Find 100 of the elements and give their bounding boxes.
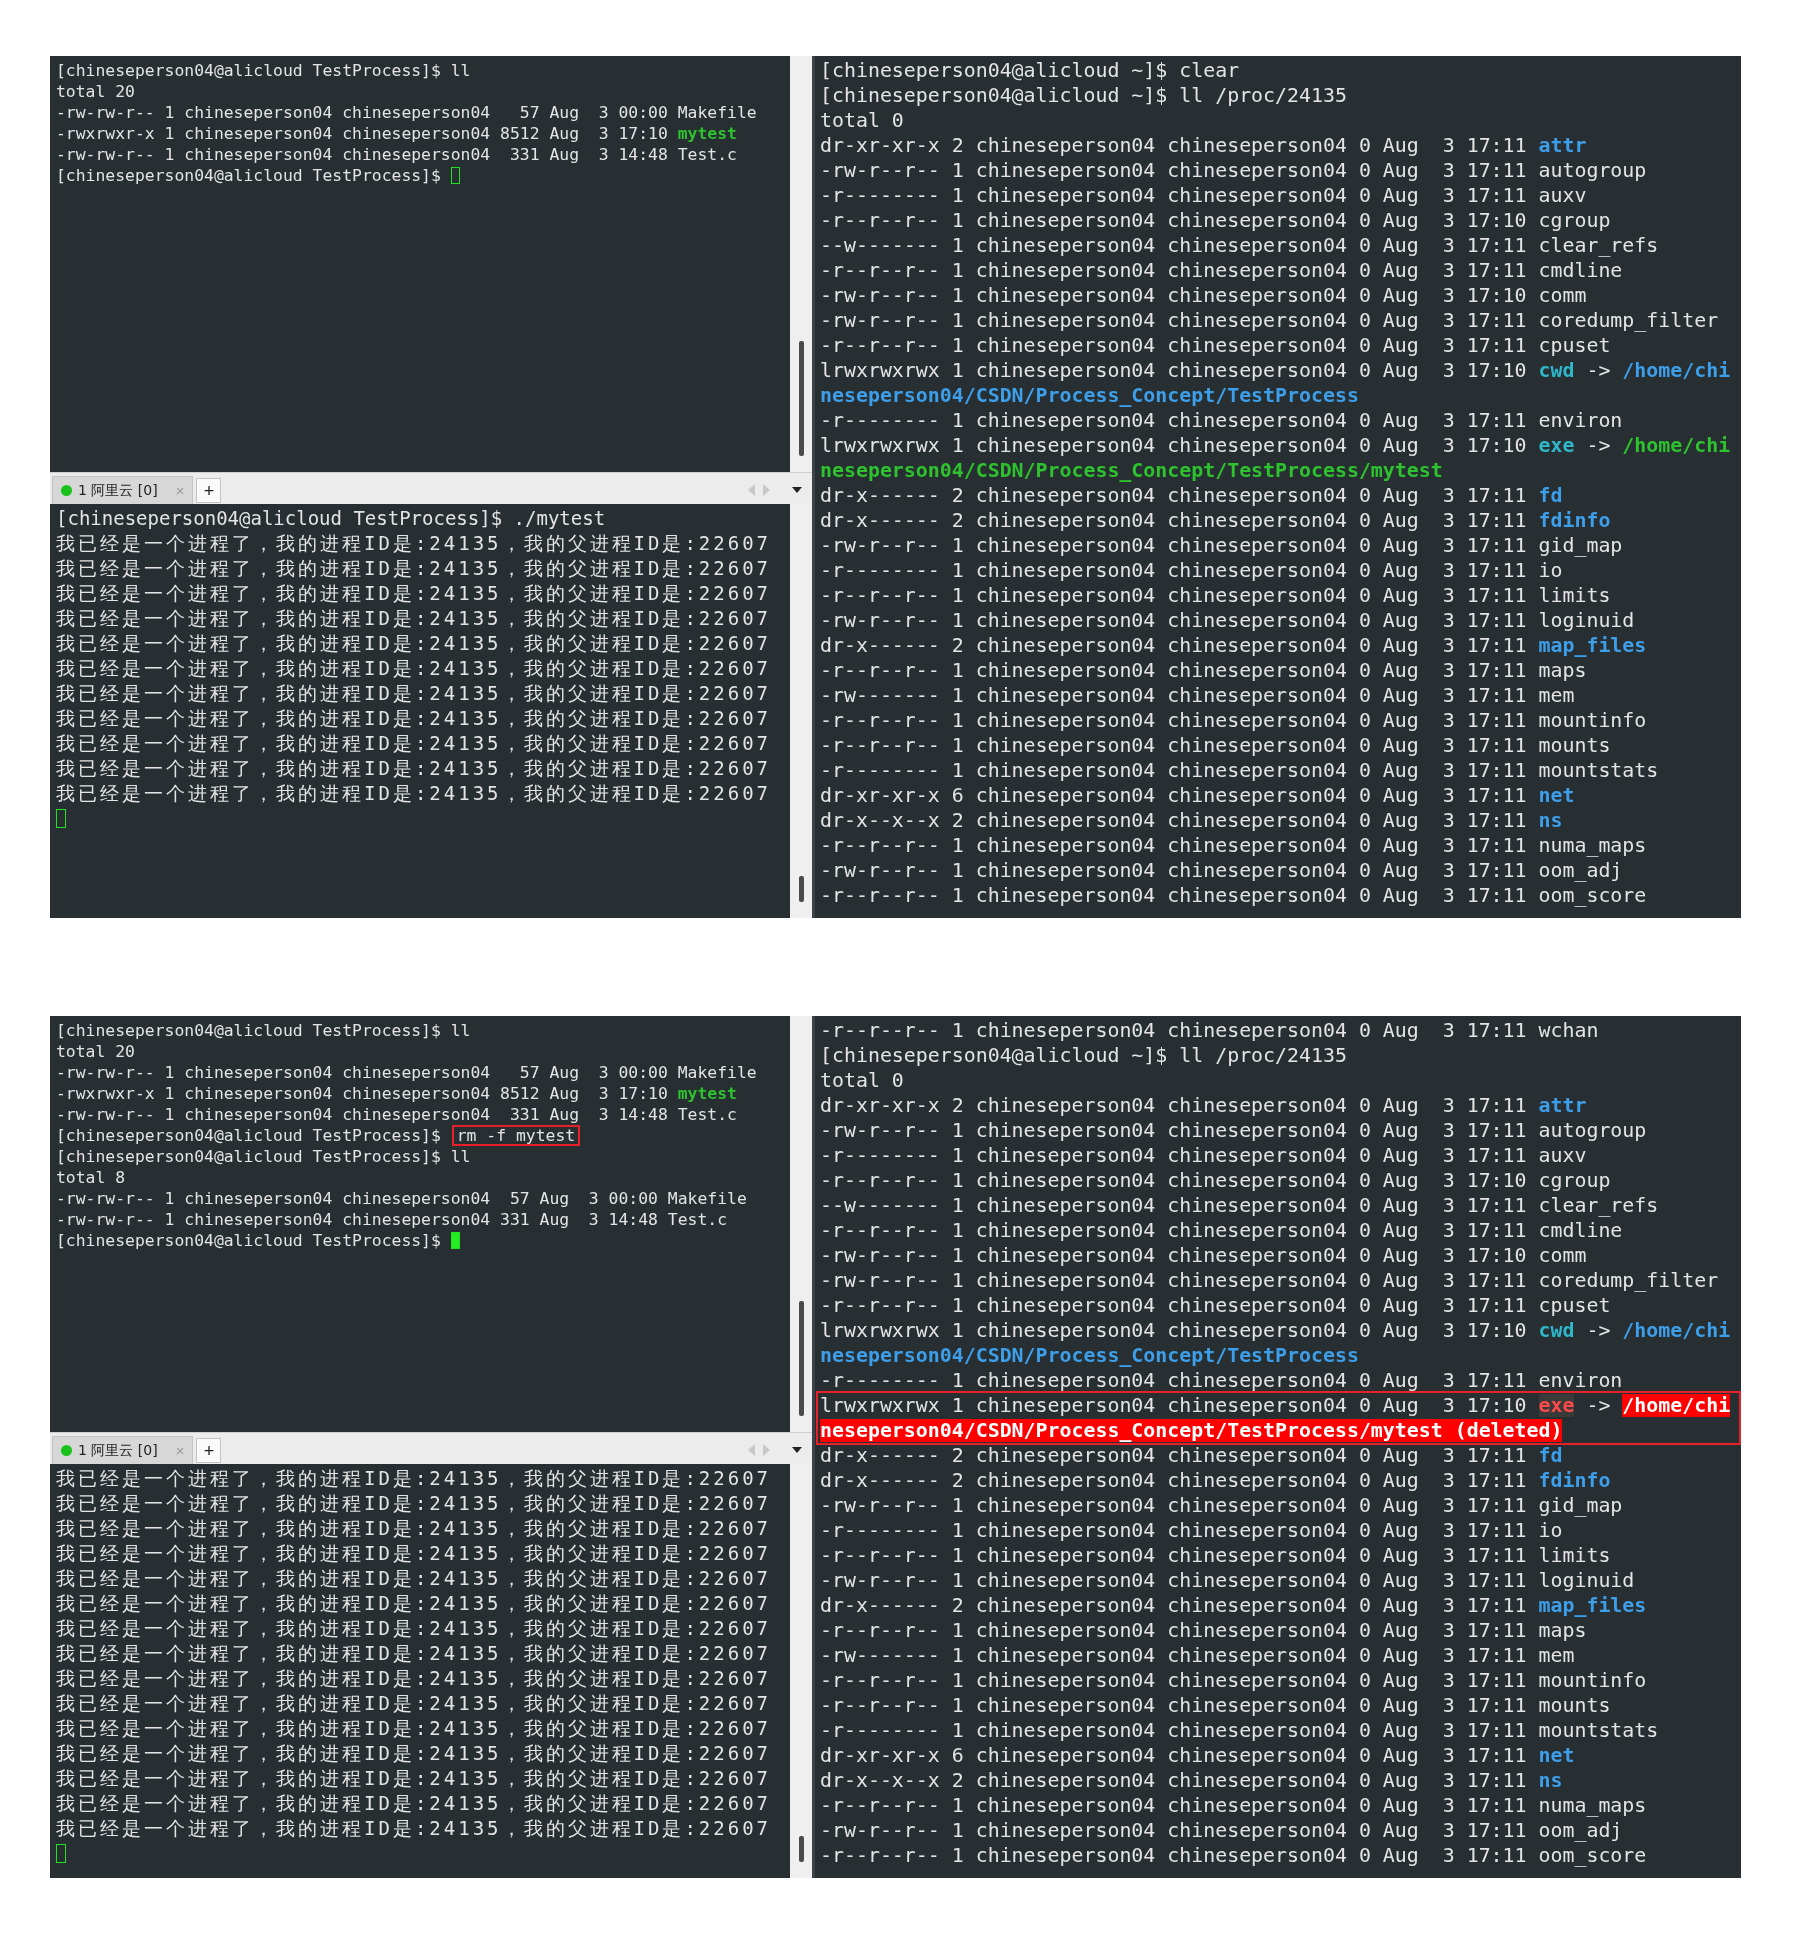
- new-tab-button[interactable]: +: [196, 1438, 222, 1463]
- terminal-line: -rw-r--r-- 1 chineseperson04 chineseperson04 0 Aug 3 17:10 comm: [820, 283, 1588, 308]
- terminal-line: -rw-r--r-- 1 chineseperson04 chineseperson04 0 Aug 3 17:11 oom_adj: [820, 858, 1624, 883]
- scrollbar[interactable]: [790, 504, 812, 918]
- terminal-line: [chineseperson04@alicloud TestProcess]$ ./mytest: [56, 506, 607, 531]
- terminal-line: -r--r--r-- 1 chineseperson04 chineseperson04 0 Aug 3 17:11 mounts: [820, 1693, 1612, 1718]
- terminal-line: 我已经是一个进程了，我的进程ID是:24135，我的父进程ID是:22607: [56, 606, 773, 631]
- terminal-line: -rw-r--r-- 1 chineseperson04 chineseperson04 0 Aug 3 17:11 gid_map: [820, 1493, 1624, 1518]
- terminal-line: 我已经是一个进程了，我的进程ID是:24135，我的父进程ID是:22607: [56, 706, 773, 731]
- terminal-line: total 20: [56, 81, 136, 102]
- terminal-line: dr-xr-xr-x 2 chineseperson04 chineseperson04 0 Aug 3 17:11 attr: [820, 133, 1588, 158]
- terminal-line: 我已经是一个进程了，我的进程ID是:24135，我的父进程ID是:22607: [56, 1466, 773, 1491]
- terminal-line: [chineseperson04@alicloud ~]$ clear: [820, 58, 1241, 83]
- terminal-line: --w------- 1 chineseperson04 chineseperson04 0 Aug 3 17:11 clear_refs: [820, 1193, 1660, 1218]
- terminal-line: -rw-r--r-- 1 chineseperson04 chineseperson04 0 Aug 3 17:11 oom_adj: [820, 1818, 1624, 1843]
- scrollbar-thumb[interactable]: [798, 341, 804, 456]
- terminal-line: total 20: [56, 1041, 136, 1062]
- terminal-line: dr-xr-xr-x 6 chineseperson04 chineseperson04 0 Aug 3 17:11 net: [820, 1743, 1576, 1768]
- left-arrow-icon: [748, 484, 755, 496]
- terminal-line: -rwxrwxr-x 1 chineseperson04 chineseperson04 8512 Aug 3 17:10 mytest: [56, 123, 738, 144]
- terminal-line: -rw-r--r-- 1 chineseperson04 chineseperson04 0 Aug 3 17:11 loginuid: [820, 1568, 1636, 1593]
- new-tab-button[interactable]: +: [196, 478, 222, 503]
- terminal-line: -rw-r--r-- 1 chineseperson04 chineseperson04 0 Aug 3 17:11 coredump_filter: [820, 1268, 1720, 1293]
- terminal-line: lrwxrwxrwx 1 chineseperson04 chineseperson04 0 Aug 3 17:10 cwd -> /home/chi: [820, 358, 1732, 383]
- terminal-line: 我已经是一个进程了，我的进程ID是:24135，我的父进程ID是:22607: [56, 1541, 773, 1566]
- caret-icon: [792, 487, 802, 493]
- terminal-line: -rw-r--r-- 1 chineseperson04 chineseperson04 0 Aug 3 17:11 autogroup: [820, 1118, 1648, 1143]
- terminal-line: -r--r--r-- 1 chineseperson04 chineseperson04 0 Aug 3 17:11 limits: [820, 583, 1612, 608]
- terminal-line: -r-------- 1 chineseperson04 chineseperson04 0 Aug 3 17:11 auxv: [820, 1143, 1588, 1168]
- terminal-line: --w------- 1 chineseperson04 chineseperson04 0 Aug 3 17:11 clear_refs: [820, 233, 1660, 258]
- terminal-line: -r--r--r-- 1 chineseperson04 chineseperson04 0 Aug 3 17:10 cgroup: [820, 208, 1612, 233]
- scrollbar-thumb[interactable]: [798, 876, 804, 902]
- terminal-line: 我已经是一个进程了，我的进程ID是:24135，我的父进程ID是:22607: [56, 556, 773, 581]
- terminal-line: -r--r--r-- 1 chineseperson04 chineseperson04 0 Aug 3 17:11 cpuset: [820, 1293, 1612, 1318]
- terminal-line: 我已经是一个进程了，我的进程ID是:24135，我的父进程ID是:22607: [56, 731, 773, 756]
- terminal-line: -r-------- 1 chineseperson04 chineseperson04 0 Aug 3 17:11 io: [820, 1518, 1564, 1543]
- scrollbar[interactable]: [790, 1016, 812, 1432]
- terminal-line: -rw-rw-r-- 1 chineseperson04 chineseperson04 331 Aug 3 14:48 Test.c: [56, 1209, 729, 1230]
- scrollbar-thumb[interactable]: [798, 1836, 804, 1862]
- terminal-line: -rw-r--r-- 1 chineseperson04 chineseperson04 0 Aug 3 17:10 comm: [820, 1243, 1588, 1268]
- terminal-line: 我已经是一个进程了，我的进程ID是:24135，我的父进程ID是:22607: [56, 531, 773, 556]
- terminal-line: -rw-rw-r-- 1 chineseperson04 chineseperson04 57 Aug 3 00:00 Makefile: [56, 1062, 758, 1083]
- terminal-line: -r--r--r-- 1 chineseperson04 chineseperson04 0 Aug 3 17:11 limits: [820, 1543, 1612, 1568]
- terminal-line: -r--r--r-- 1 chineseperson04 chineseperson04 0 Aug 3 17:11 numa_maps: [820, 1793, 1648, 1818]
- terminal-line: dr-x--x--x 2 chineseperson04 chineseperson04 0 Aug 3 17:11 ns: [820, 1768, 1564, 1793]
- terminal-line: 我已经是一个进程了，我的进程ID是:24135，我的父进程ID是:22607: [56, 1666, 773, 1691]
- terminal-line: dr-x------ 2 chineseperson04 chineseperson04 0 Aug 3 17:11 fdinfo: [820, 1468, 1612, 1493]
- terminal-line: -rw-r--r-- 1 chineseperson04 chineseperson04 0 Aug 3 17:11 autogroup: [820, 158, 1648, 183]
- terminal-line: -rwxrwxr-x 1 chineseperson04 chineseperson04 8512 Aug 3 17:10 mytest: [56, 1083, 738, 1104]
- terminal-line: neseperson04/CSDN/Process_Concept/TestProcess/mytest: [820, 458, 1444, 483]
- terminal-line: -r--r--r-- 1 chineseperson04 chineseperson04 0 Aug 3 17:11 mountinfo: [820, 1668, 1648, 1693]
- right-arrow-icon: [763, 1444, 770, 1456]
- terminal-line: -r--r--r-- 1 chineseperson04 chineseperson04 0 Aug 3 17:11 cpuset: [820, 333, 1612, 358]
- terminal-line: dr-xr-xr-x 6 chineseperson04 chineseperson04 0 Aug 3 17:11 net: [820, 783, 1576, 808]
- terminal-line: total 8: [56, 1167, 127, 1188]
- terminal-line: -r--r--r-- 1 chineseperson04 chineseperson04 0 Aug 3 17:11 mounts: [820, 733, 1612, 758]
- terminal-line: -rw-r--r-- 1 chineseperson04 chineseperson04 0 Aug 3 17:11 coredump_filter: [820, 308, 1720, 333]
- tab-label: 1 阿里云 [0]: [78, 1441, 158, 1460]
- terminal-line: dr-x------ 2 chineseperson04 chineseperson04 0 Aug 3 17:11 map_files: [820, 633, 1648, 658]
- terminal-line: -r-------- 1 chineseperson04 chineseperson04 0 Aug 3 17:11 mountstats: [820, 758, 1660, 783]
- terminal-line: 我已经是一个进程了，我的进程ID是:24135，我的父进程ID是:22607: [56, 1616, 773, 1641]
- terminal-line: -r--r--r-- 1 chineseperson04 chineseperson04 0 Aug 3 17:11 wchan: [820, 1018, 1600, 1043]
- terminal-line: -r--r--r-- 1 chineseperson04 chineseperson04 0 Aug 3 17:11 maps: [820, 658, 1588, 683]
- terminal-line: dr-x------ 2 chineseperson04 chineseperson04 0 Aug 3 17:11 map_files: [820, 1593, 1648, 1618]
- scrollbar-thumb[interactable]: [798, 1301, 804, 1416]
- scrollbar[interactable]: [790, 56, 812, 472]
- terminal-line: lrwxrwxrwx 1 chineseperson04 chineseperson04 0 Aug 3 17:10 cwd -> /home/chi: [820, 1318, 1732, 1343]
- terminal-line: 我已经是一个进程了，我的进程ID是:24135，我的父进程ID是:22607: [56, 656, 773, 681]
- terminal-line: dr-x------ 2 chineseperson04 chineseperson04 0 Aug 3 17:11 fd: [820, 483, 1564, 508]
- terminal-line: -r-------- 1 chineseperson04 chineseperson04 0 Aug 3 17:11 io: [820, 558, 1564, 583]
- terminal-line: -rw-rw-r-- 1 chineseperson04 chineseperson04 57 Aug 3 00:00 Makefile: [56, 1188, 748, 1209]
- terminal-line: 我已经是一个进程了，我的进程ID是:24135，我的父进程ID是:22607: [56, 1566, 773, 1591]
- terminal-line: 我已经是一个进程了，我的进程ID是:24135，我的父进程ID是:22607: [56, 681, 773, 706]
- terminal-line: -r-------- 1 chineseperson04 chineseperson04 0 Aug 3 17:11 environ: [820, 1368, 1624, 1393]
- terminal-line: -r-------- 1 chineseperson04 chineseperson04 0 Aug 3 17:11 mountstats: [820, 1718, 1660, 1743]
- terminal-line: -rw------- 1 chineseperson04 chineseperson04 0 Aug 3 17:11 mem: [820, 683, 1576, 708]
- terminal-line: [chineseperson04@alicloud TestProcess]$ ll: [56, 1020, 472, 1041]
- terminal-line: lrwxrwxrwx 1 chineseperson04 chineseperson04 0 Aug 3 17:10 exe -> /home/chi: [820, 433, 1732, 458]
- right-arrow-icon: [763, 484, 770, 496]
- terminal-line: 我已经是一个进程了，我的进程ID是:24135，我的父进程ID是:22607: [56, 1791, 773, 1816]
- terminal-line: -rw------- 1 chineseperson04 chineseperson04 0 Aug 3 17:11 mem: [820, 1643, 1576, 1668]
- terminal-line: -rw-r--r-- 1 chineseperson04 chineseperson04 0 Aug 3 17:11 gid_map: [820, 533, 1624, 558]
- session-tab[interactable]: 1 阿里云 [0] ×: [52, 476, 194, 504]
- terminal-text: [chineseperson04@alicloud TestProcess]$: [56, 165, 442, 186]
- terminal-line: 我已经是一个进程了，我的进程ID是:24135，我的父进程ID是:22607: [56, 581, 773, 606]
- terminal-line: 我已经是一个进程了，我的进程ID是:24135，我的父进程ID是:22607: [56, 1491, 773, 1516]
- terminal-line: -r--r--r-- 1 chineseperson04 chineseperson04 0 Aug 3 17:11 maps: [820, 1618, 1588, 1643]
- terminal-line: -r--r--r-- 1 chineseperson04 chineseperson04 0 Aug 3 17:11 mountinfo: [820, 708, 1648, 733]
- terminal-line: 我已经是一个进程了，我的进程ID是:24135，我的父进程ID是:22607: [56, 756, 773, 781]
- terminal-line: -r--r--r-- 1 chineseperson04 chineseperson04 0 Aug 3 17:11 oom_score: [820, 1843, 1648, 1868]
- tab-label: 1 阿里云 [0]: [78, 481, 158, 500]
- session-tab[interactable]: 1 阿里云 [0] ×: [52, 1436, 194, 1464]
- terminal-line: 我已经是一个进程了，我的进程ID是:24135，我的父进程ID是:22607: [56, 1591, 773, 1616]
- terminal-text: [chineseperson04@alicloud TestProcess]$: [56, 1230, 442, 1251]
- terminal-line: dr-x------ 2 chineseperson04 chineseperson04 0 Aug 3 17:11 fd: [820, 1443, 1564, 1468]
- terminal-line: 我已经是一个进程了，我的进程ID是:24135，我的父进程ID是:22607: [56, 1691, 773, 1716]
- scrollbar[interactable]: [790, 1464, 812, 1878]
- terminal-line: -r--r--r-- 1 chineseperson04 chineseperson04 0 Aug 3 17:11 numa_maps: [820, 833, 1648, 858]
- terminal-line: -rw-rw-r-- 1 chineseperson04 chineseperson04 57 Aug 3 00:00 Makefile: [56, 102, 758, 123]
- terminal-line: -r--r--r-- 1 chineseperson04 chineseperson04 0 Aug 3 17:11 cmdline: [820, 1218, 1624, 1243]
